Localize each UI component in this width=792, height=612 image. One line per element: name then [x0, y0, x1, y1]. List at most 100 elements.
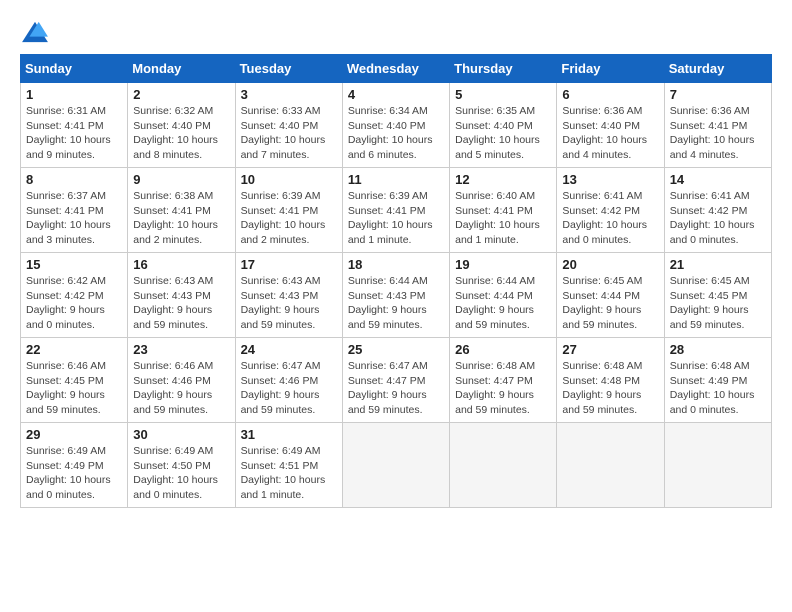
sunset-label: Sunset: 4:46 PM — [133, 375, 211, 387]
logo-icon — [20, 20, 50, 44]
day-info: Sunrise: 6:43 AM Sunset: 4:43 PM Dayligh… — [133, 274, 229, 333]
calendar-week-5: 29 Sunrise: 6:49 AM Sunset: 4:49 PM Dayl… — [21, 423, 772, 508]
sunset-label: Sunset: 4:42 PM — [670, 205, 748, 217]
day-number: 13 — [562, 172, 658, 187]
sunrise-label: Sunrise: 6:44 AM — [348, 275, 428, 287]
day-number: 21 — [670, 257, 766, 272]
header — [20, 20, 772, 44]
sunrise-label: Sunrise: 6:36 AM — [562, 105, 642, 117]
day-number: 6 — [562, 87, 658, 102]
day-number: 18 — [348, 257, 444, 272]
calendar-cell: 19 Sunrise: 6:44 AM Sunset: 4:44 PM Dayl… — [450, 253, 557, 338]
daylight-label: Daylight: 10 hours and 0 minutes. — [562, 219, 647, 246]
sunrise-label: Sunrise: 6:41 AM — [670, 190, 750, 202]
daylight-label: Daylight: 9 hours and 59 minutes. — [562, 389, 641, 416]
daylight-label: Daylight: 10 hours and 1 minute. — [455, 219, 540, 246]
calendar-cell: 29 Sunrise: 6:49 AM Sunset: 4:49 PM Dayl… — [21, 423, 128, 508]
day-info: Sunrise: 6:38 AM Sunset: 4:41 PM Dayligh… — [133, 189, 229, 248]
calendar-cell: 13 Sunrise: 6:41 AM Sunset: 4:42 PM Dayl… — [557, 168, 664, 253]
sunrise-label: Sunrise: 6:46 AM — [133, 360, 213, 372]
calendar-cell: 20 Sunrise: 6:45 AM Sunset: 4:44 PM Dayl… — [557, 253, 664, 338]
weekday-header-monday: Monday — [128, 55, 235, 83]
daylight-label: Daylight: 9 hours and 59 minutes. — [133, 389, 212, 416]
calendar-cell: 24 Sunrise: 6:47 AM Sunset: 4:46 PM Dayl… — [235, 338, 342, 423]
day-info: Sunrise: 6:42 AM Sunset: 4:42 PM Dayligh… — [26, 274, 122, 333]
sunset-label: Sunset: 4:40 PM — [241, 120, 319, 132]
day-number: 2 — [133, 87, 229, 102]
daylight-label: Daylight: 10 hours and 5 minutes. — [455, 134, 540, 161]
day-info: Sunrise: 6:45 AM Sunset: 4:45 PM Dayligh… — [670, 274, 766, 333]
daylight-label: Daylight: 10 hours and 1 minute. — [241, 474, 326, 501]
sunset-label: Sunset: 4:44 PM — [455, 290, 533, 302]
calendar-week-4: 22 Sunrise: 6:46 AM Sunset: 4:45 PM Dayl… — [21, 338, 772, 423]
sunrise-label: Sunrise: 6:34 AM — [348, 105, 428, 117]
calendar-cell: 12 Sunrise: 6:40 AM Sunset: 4:41 PM Dayl… — [450, 168, 557, 253]
sunrise-label: Sunrise: 6:39 AM — [241, 190, 321, 202]
day-number: 12 — [455, 172, 551, 187]
calendar-cell: 16 Sunrise: 6:43 AM Sunset: 4:43 PM Dayl… — [128, 253, 235, 338]
daylight-label: Daylight: 9 hours and 59 minutes. — [348, 304, 427, 331]
day-number: 23 — [133, 342, 229, 357]
sunrise-label: Sunrise: 6:41 AM — [562, 190, 642, 202]
daylight-label: Daylight: 9 hours and 59 minutes. — [133, 304, 212, 331]
day-info: Sunrise: 6:32 AM Sunset: 4:40 PM Dayligh… — [133, 104, 229, 163]
day-info: Sunrise: 6:36 AM Sunset: 4:41 PM Dayligh… — [670, 104, 766, 163]
day-number: 14 — [670, 172, 766, 187]
day-info: Sunrise: 6:46 AM Sunset: 4:45 PM Dayligh… — [26, 359, 122, 418]
calendar-cell: 8 Sunrise: 6:37 AM Sunset: 4:41 PM Dayli… — [21, 168, 128, 253]
day-number: 15 — [26, 257, 122, 272]
day-number: 29 — [26, 427, 122, 442]
sunset-label: Sunset: 4:41 PM — [455, 205, 533, 217]
daylight-label: Daylight: 10 hours and 2 minutes. — [241, 219, 326, 246]
calendar-cell: 23 Sunrise: 6:46 AM Sunset: 4:46 PM Dayl… — [128, 338, 235, 423]
sunset-label: Sunset: 4:40 PM — [455, 120, 533, 132]
sunset-label: Sunset: 4:48 PM — [562, 375, 640, 387]
sunset-label: Sunset: 4:41 PM — [670, 120, 748, 132]
sunrise-label: Sunrise: 6:49 AM — [241, 445, 321, 457]
daylight-label: Daylight: 9 hours and 59 minutes. — [455, 304, 534, 331]
daylight-label: Daylight: 9 hours and 59 minutes. — [562, 304, 641, 331]
sunrise-label: Sunrise: 6:36 AM — [670, 105, 750, 117]
weekday-header-saturday: Saturday — [664, 55, 771, 83]
sunrise-label: Sunrise: 6:47 AM — [241, 360, 321, 372]
sunrise-label: Sunrise: 6:45 AM — [670, 275, 750, 287]
sunset-label: Sunset: 4:49 PM — [26, 460, 104, 472]
calendar-cell — [557, 423, 664, 508]
day-number: 26 — [455, 342, 551, 357]
sunset-label: Sunset: 4:43 PM — [133, 290, 211, 302]
sunset-label: Sunset: 4:49 PM — [670, 375, 748, 387]
calendar-cell: 9 Sunrise: 6:38 AM Sunset: 4:41 PM Dayli… — [128, 168, 235, 253]
sunrise-label: Sunrise: 6:42 AM — [26, 275, 106, 287]
sunset-label: Sunset: 4:41 PM — [241, 205, 319, 217]
day-info: Sunrise: 6:34 AM Sunset: 4:40 PM Dayligh… — [348, 104, 444, 163]
day-info: Sunrise: 6:48 AM Sunset: 4:47 PM Dayligh… — [455, 359, 551, 418]
day-info: Sunrise: 6:44 AM Sunset: 4:43 PM Dayligh… — [348, 274, 444, 333]
day-info: Sunrise: 6:46 AM Sunset: 4:46 PM Dayligh… — [133, 359, 229, 418]
sunrise-label: Sunrise: 6:32 AM — [133, 105, 213, 117]
sunset-label: Sunset: 4:42 PM — [562, 205, 640, 217]
day-info: Sunrise: 6:43 AM Sunset: 4:43 PM Dayligh… — [241, 274, 337, 333]
daylight-label: Daylight: 10 hours and 0 minutes. — [670, 389, 755, 416]
daylight-label: Daylight: 10 hours and 4 minutes. — [562, 134, 647, 161]
day-number: 10 — [241, 172, 337, 187]
sunset-label: Sunset: 4:42 PM — [26, 290, 104, 302]
sunrise-label: Sunrise: 6:31 AM — [26, 105, 106, 117]
logo — [20, 20, 54, 44]
day-info: Sunrise: 6:40 AM Sunset: 4:41 PM Dayligh… — [455, 189, 551, 248]
calendar-cell: 3 Sunrise: 6:33 AM Sunset: 4:40 PM Dayli… — [235, 83, 342, 168]
weekday-header-sunday: Sunday — [21, 55, 128, 83]
sunrise-label: Sunrise: 6:48 AM — [670, 360, 750, 372]
sunrise-label: Sunrise: 6:40 AM — [455, 190, 535, 202]
daylight-label: Daylight: 10 hours and 0 minutes. — [133, 474, 218, 501]
weekday-header-friday: Friday — [557, 55, 664, 83]
calendar-cell — [450, 423, 557, 508]
daylight-label: Daylight: 9 hours and 59 minutes. — [455, 389, 534, 416]
sunrise-label: Sunrise: 6:44 AM — [455, 275, 535, 287]
daylight-label: Daylight: 10 hours and 8 minutes. — [133, 134, 218, 161]
day-number: 27 — [562, 342, 658, 357]
calendar-cell — [664, 423, 771, 508]
daylight-label: Daylight: 10 hours and 4 minutes. — [670, 134, 755, 161]
sunset-label: Sunset: 4:50 PM — [133, 460, 211, 472]
calendar-cell: 25 Sunrise: 6:47 AM Sunset: 4:47 PM Dayl… — [342, 338, 449, 423]
daylight-label: Daylight: 10 hours and 9 minutes. — [26, 134, 111, 161]
